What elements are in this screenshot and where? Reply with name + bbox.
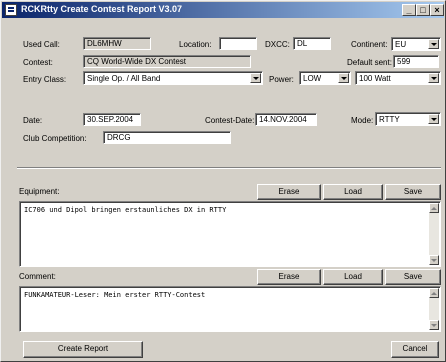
watt-select[interactable]: 100 Watt — [355, 71, 441, 85]
power-label: Power: — [269, 75, 294, 84]
equipment-label: Equipment: — [19, 187, 60, 196]
power-value: LOW — [303, 74, 322, 83]
cancel-button[interactable]: Cancel — [391, 341, 439, 358]
comment-text: FUNKAMATEUR-Leser: Mein erster RTTY-Cont… — [24, 291, 206, 299]
continent-select[interactable]: EU — [391, 37, 441, 51]
watt-value: 100 Watt — [359, 74, 391, 83]
chevron-down-icon[interactable] — [250, 73, 261, 83]
equipment-load-button[interactable]: Load — [323, 184, 383, 200]
divider — [17, 167, 441, 169]
default-sent-label: Default sent: — [347, 58, 392, 67]
scroll-up-icon[interactable] — [429, 203, 439, 213]
power-select[interactable]: LOW — [299, 71, 351, 85]
entry-class-value: Single Op. / All Band — [87, 74, 161, 83]
contest-date-field[interactable]: 14.NOV.2004 — [255, 113, 317, 126]
mode-select[interactable]: RTTY — [375, 112, 441, 126]
window-title: RCKRtty Create Contest Report V3.07 — [21, 4, 183, 14]
maximize-button[interactable]: □ — [416, 4, 430, 16]
comment-label: Comment: — [19, 272, 56, 281]
scroll-down-icon[interactable] — [429, 320, 439, 330]
title-bar[interactable]: RCKRtty Create Contest Report V3.07 _ □ … — [2, 2, 444, 18]
contest-label: Contest: — [23, 58, 53, 67]
contest-date-label: Contest-Date: — [205, 116, 255, 125]
entry-class-select[interactable]: Single Op. / All Band — [83, 71, 263, 85]
equipment-erase-button[interactable]: Erase — [257, 184, 321, 200]
chevron-down-icon[interactable] — [428, 39, 439, 49]
dxcc-field[interactable]: DL — [293, 37, 331, 50]
location-field[interactable] — [219, 37, 257, 50]
comment-save-button[interactable]: Save — [385, 269, 441, 285]
report-window: RCKRtty Create Contest Report V3.07 _ □ … — [0, 0, 446, 362]
date-label: Date: — [23, 116, 43, 125]
mode-label: Mode: — [351, 116, 374, 125]
equipment-save-button[interactable]: Save — [385, 184, 441, 200]
club-field[interactable]: DRCG — [103, 131, 231, 144]
date-field[interactable]: 30.SEP.2004 — [83, 113, 141, 126]
create-report-button[interactable]: Create Report — [23, 341, 143, 358]
scroll-up-icon[interactable] — [429, 288, 439, 298]
default-sent-field[interactable]: 599 — [393, 55, 439, 68]
chevron-down-icon[interactable] — [428, 73, 439, 83]
mode-value: RTTY — [379, 115, 400, 124]
club-label: Club Competition: — [23, 134, 87, 143]
scroll-down-icon[interactable] — [429, 255, 439, 265]
comment-erase-button[interactable]: Erase — [257, 269, 321, 285]
close-button[interactable]: × — [430, 4, 444, 16]
entry-class-label: Entry Class: — [23, 75, 67, 84]
contest-field[interactable]: CQ World-Wide DX Contest — [83, 55, 251, 68]
comment-load-button[interactable]: Load — [323, 269, 383, 285]
chevron-down-icon[interactable] — [428, 114, 439, 124]
chevron-down-icon[interactable] — [338, 73, 349, 83]
used-call-label: Used Call: — [23, 40, 60, 49]
location-label: Location: — [179, 40, 212, 49]
continent-label: Continent: — [351, 40, 388, 49]
used-call-field[interactable]: DL6MHW — [83, 37, 151, 50]
equipment-textarea[interactable]: IC706 und Dipol bringen erstaunliches DX… — [19, 201, 441, 267]
equipment-scrollbar[interactable] — [429, 203, 439, 265]
dxcc-label: DXCC: — [265, 40, 290, 49]
equipment-text: IC706 und Dipol bringen erstaunliches DX… — [24, 206, 227, 214]
comment-scrollbar[interactable] — [429, 288, 439, 330]
app-icon — [5, 4, 17, 16]
comment-textarea[interactable]: FUNKAMATEUR-Leser: Mein erster RTTY-Cont… — [19, 286, 441, 332]
continent-value: EU — [395, 40, 407, 49]
minimize-button[interactable]: _ — [402, 4, 416, 16]
